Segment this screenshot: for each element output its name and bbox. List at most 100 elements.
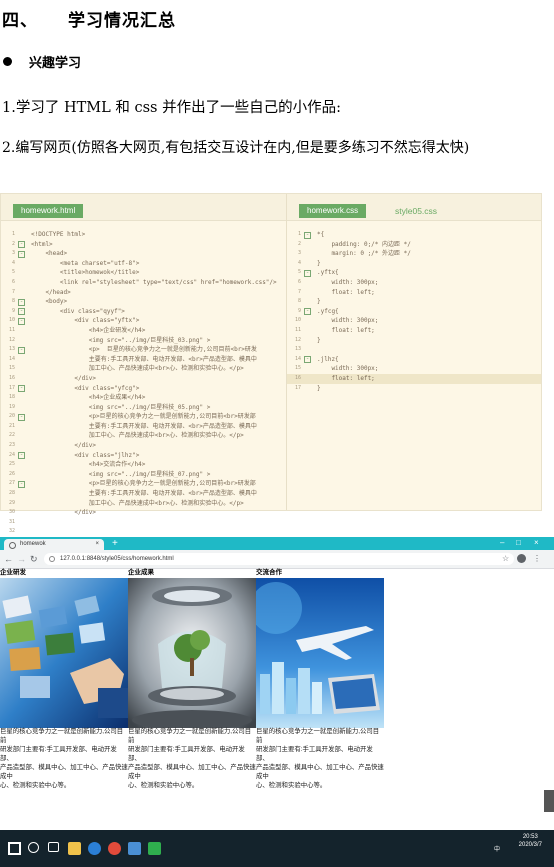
- code-text[interactable]: <body>: [31, 297, 67, 307]
- code-text[interactable]: .yfcg{: [317, 307, 339, 317]
- code-text[interactable]: 主要有:手工具开发部、电动开发部、<br>产品造型部、模具中: [31, 489, 257, 499]
- url-text: 127.0.0.1:8848/style05/css/homework.html: [60, 556, 174, 562]
- css-code: 1*{2 padding: 0;/* 内边距 */3 margin: 0 ;/*…: [287, 230, 541, 393]
- chrome-icon[interactable]: [108, 842, 121, 855]
- fold-toggle-icon[interactable]: [304, 356, 311, 364]
- section-heading: 四、 学习情况汇总: [2, 6, 176, 31]
- code-text[interactable]: <h4>企业研发</h4>: [31, 326, 146, 336]
- start-icon[interactable]: [8, 842, 21, 855]
- fold-toggle-icon[interactable]: [18, 385, 25, 392]
- code-line: 7 float: left;: [287, 288, 541, 298]
- back-icon[interactable]: ←: [4, 553, 13, 565]
- code-text[interactable]: <div class="jlhz">: [31, 451, 139, 461]
- fold-toggle-icon[interactable]: [18, 413, 25, 421]
- code-text[interactable]: .yftx{: [317, 268, 339, 278]
- code-text[interactable]: <p> 巨星的核心竞争力之一就是创新能力,公司目前<br>研发: [31, 345, 257, 355]
- code-text[interactable]: </div>: [31, 441, 96, 451]
- paragraph-1: 1.学习了 HTML 和 css 并作出了一些自己的小作品:: [2, 100, 341, 116]
- fold-toggle-icon[interactable]: [304, 269, 311, 277]
- tab-homework-html[interactable]: homework.html: [13, 204, 84, 218]
- code-text[interactable]: }: [317, 297, 321, 307]
- code-text[interactable]: 加工中心、产品快速成中<br>心、检测和实验中心。</p>: [31, 364, 244, 374]
- code-text[interactable]: <!DOCTYPE html>: [31, 230, 85, 240]
- code-text[interactable]: }: [317, 259, 321, 269]
- code-text[interactable]: <p>巨星的核心竞争力之一就是创新能力,公司目前<br>研发部: [31, 479, 256, 489]
- code-line: 10 width: 300px;: [287, 316, 541, 326]
- fold-toggle-icon[interactable]: [304, 308, 311, 316]
- code-text[interactable]: <html>: [31, 240, 53, 250]
- forward-icon[interactable]: →: [17, 553, 26, 565]
- browser-tab[interactable]: homewok ×: [4, 539, 104, 550]
- code-text[interactable]: float: left;: [317, 374, 374, 384]
- close-window-icon[interactable]: ×: [534, 537, 539, 549]
- url-input[interactable]: 127.0.0.1:8848/style05/css/homework.html: [44, 553, 514, 565]
- minimize-icon[interactable]: –: [500, 537, 504, 549]
- code-text[interactable]: <img src="../img/巨星科技_05.png" >: [31, 403, 211, 413]
- hbuilder-icon[interactable]: [148, 842, 161, 855]
- code-text[interactable]: 主要有:手工具开发部、电动开发部、<br>产品造型部、模具中: [31, 355, 257, 365]
- code-text[interactable]: <img src="../img/巨星科技_03.png" >: [31, 336, 211, 346]
- profile-avatar-icon[interactable]: [517, 554, 526, 563]
- code-text[interactable]: 加工中心、产品快速成中<br>心、检测和实验中心。</p>: [31, 431, 244, 441]
- fold-toggle-icon[interactable]: [18, 241, 25, 249]
- code-text[interactable]: <link rel="stylesheet" type="text/css" h…: [31, 278, 277, 288]
- input-language[interactable]: 中: [494, 844, 500, 853]
- code-text[interactable]: <img src="../img/巨星科技_07.png" >: [31, 470, 211, 480]
- side-scroll-handle[interactable]: [544, 790, 554, 812]
- code-text[interactable]: 主要有:手工具开发部、电动开发部、<br>产品造型部、模具中: [31, 422, 257, 432]
- reload-icon[interactable]: ↻: [30, 553, 38, 565]
- code-text[interactable]: }: [317, 384, 321, 394]
- code-text[interactable]: <p>巨星的核心竞争力之一就是创新能力,公司目前<br>研发部: [31, 412, 256, 422]
- new-tab-button[interactable]: +: [112, 537, 118, 550]
- code-text[interactable]: 加工中心、产品快速成中<br>心、检测和实验中心。</p>: [31, 499, 244, 509]
- code-text[interactable]: margin: 0 ;/* 外边距 */: [317, 249, 410, 259]
- search-icon[interactable]: [28, 842, 39, 853]
- code-text[interactable]: width: 300px;: [317, 278, 378, 288]
- maximize-icon[interactable]: □: [516, 537, 521, 549]
- code-text[interactable]: }: [317, 336, 321, 346]
- taskbar-clock[interactable]: 20:53 2020/3/7: [519, 833, 542, 849]
- app-icon[interactable]: [128, 842, 141, 855]
- code-text[interactable]: </div>: [31, 374, 96, 384]
- fold-toggle-icon[interactable]: [18, 250, 25, 258]
- bookmark-star-icon[interactable]: ☆: [502, 553, 509, 565]
- code-text[interactable]: width: 300px;: [317, 364, 378, 374]
- edge-icon[interactable]: [88, 842, 101, 855]
- code-text[interactable]: width: 300px;: [317, 316, 378, 326]
- code-text[interactable]: padding: 0;/* 内边距 */: [317, 240, 410, 250]
- code-line: 14 .jlhz{: [287, 355, 541, 365]
- code-text[interactable]: <head>: [31, 249, 67, 259]
- line-number: 3: [11, 250, 15, 257]
- line-number: 8: [297, 298, 301, 305]
- code-text[interactable]: </head>: [31, 288, 70, 298]
- tab-style05-css[interactable]: style05.css: [395, 204, 437, 218]
- code-text[interactable]: float: left;: [317, 288, 374, 298]
- menu-dots-icon[interactable]: ⋮: [533, 553, 541, 565]
- code-line: 27 <p>巨星的核心竞争力之一就是创新能力,公司目前<br>研发部: [1, 479, 286, 489]
- line-number: 19: [8, 403, 15, 410]
- column-description: 巨星的核心竞争力之一就是创新能力,公司目前 研发部门主要有:手工具开发部、电动开…: [0, 728, 128, 789]
- code-text[interactable]: <h4>交流合作</h4>: [31, 460, 146, 470]
- task-view-icon[interactable]: [48, 842, 59, 852]
- fold-toggle-icon[interactable]: [304, 231, 311, 239]
- fold-toggle-icon[interactable]: [18, 317, 25, 325]
- tab-homework-css[interactable]: homework.css: [299, 204, 367, 218]
- code-line: 16 float: left;: [287, 373, 541, 384]
- file-explorer-icon[interactable]: [68, 842, 81, 855]
- code-text[interactable]: <div class="qyyf">: [31, 307, 125, 317]
- code-text[interactable]: <div class="yfcg">: [31, 384, 139, 394]
- code-text[interactable]: float: left;: [317, 326, 374, 336]
- code-text[interactable]: <div class="yftx">: [31, 316, 139, 326]
- fold-toggle-icon[interactable]: [18, 452, 25, 460]
- code-text[interactable]: <title>homewok</title>: [31, 268, 139, 278]
- close-tab-icon[interactable]: ×: [95, 539, 99, 550]
- code-text[interactable]: <h4>企业成果</h4>: [31, 393, 146, 403]
- fold-toggle-icon[interactable]: [18, 308, 25, 316]
- fold-toggle-icon[interactable]: [18, 346, 25, 354]
- code-text[interactable]: </div>: [31, 508, 96, 518]
- fold-toggle-icon[interactable]: [18, 298, 25, 306]
- fold-toggle-icon[interactable]: [18, 480, 25, 488]
- code-text[interactable]: *{: [317, 230, 324, 240]
- code-text[interactable]: <meta charset="utf-8">: [31, 259, 139, 269]
- code-text[interactable]: .jlhz{: [317, 355, 339, 365]
